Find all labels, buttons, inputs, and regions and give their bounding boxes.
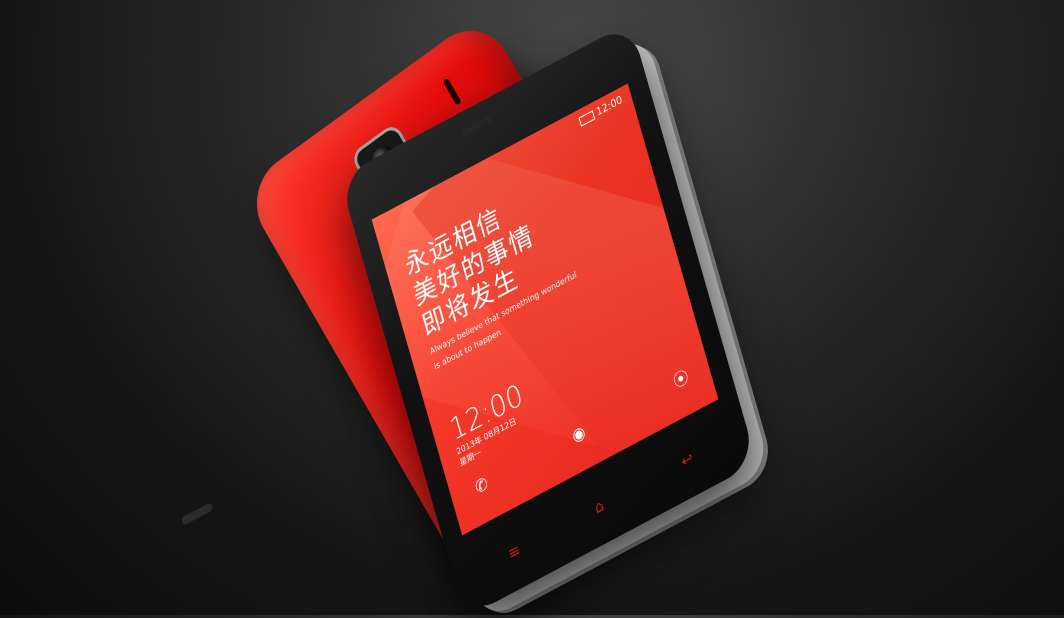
lock-clock: 12:00 2013年 08月12日 星期一	[446, 377, 533, 469]
phone-icon[interactable]: ✆	[469, 470, 495, 502]
battery-icon	[578, 109, 596, 127]
usb-port	[180, 502, 214, 526]
status-bar: 12:00	[578, 94, 624, 127]
speaker-slot	[442, 77, 462, 106]
product-photo: 12:00 永远相信 美好的事情 即将发生 Always believe tha…	[0, 0, 1064, 618]
menu-icon[interactable]: ≡	[506, 540, 522, 564]
home-icon[interactable]: ⌂	[592, 495, 606, 518]
back-icon[interactable]: ↩	[679, 448, 695, 472]
earpiece	[460, 115, 492, 138]
lock-headline: 永远相信 美好的事情 即将发生 Always believe that some…	[401, 175, 582, 373]
status-time: 12:00	[595, 94, 624, 119]
message-icon[interactable]: ⦿	[668, 364, 694, 396]
camera-icon[interactable]: ◉	[566, 418, 592, 450]
